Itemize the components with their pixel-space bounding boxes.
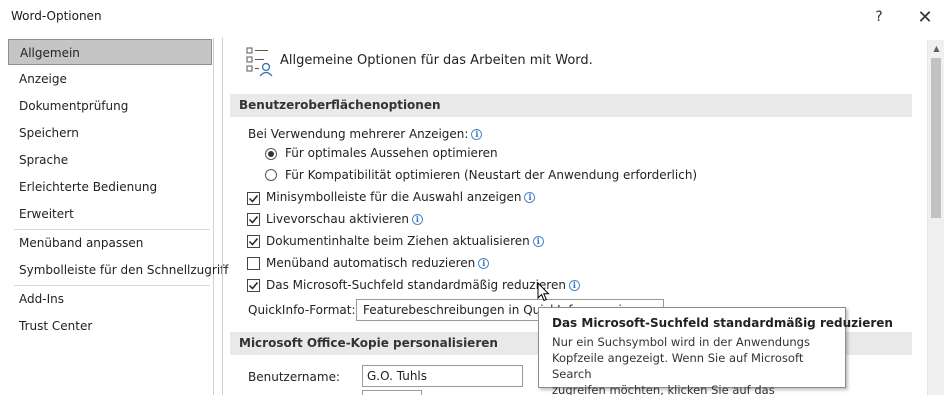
checkbox-live-preview[interactable] bbox=[247, 213, 260, 226]
quickinfo-label: QuickInfo-Format: bbox=[248, 303, 356, 317]
nav-item-schnellzugriff[interactable]: Symbolleiste für den Schnellzugriff bbox=[8, 257, 228, 283]
username-label: Benutzername: bbox=[248, 370, 341, 384]
info-icon: i bbox=[524, 192, 536, 203]
section-ui-options: Benutzeroberflächenoptionen bbox=[230, 94, 912, 117]
nav-item-anzeige[interactable]: Anzeige bbox=[8, 66, 212, 92]
checkbox-collapse-ribbon[interactable] bbox=[247, 257, 260, 270]
username-input[interactable]: G.O. Tuhls bbox=[362, 365, 523, 387]
radio-optimal-label[interactable]: Für optimales Aussehen optimieren bbox=[285, 146, 498, 160]
radio-compatibility[interactable] bbox=[265, 169, 277, 181]
nav-item-speichern[interactable]: Speichern bbox=[8, 120, 212, 146]
nav-item-menueband-anpassen[interactable]: Menüband anpassen bbox=[8, 230, 212, 256]
window-title: Word-Optionen bbox=[11, 9, 102, 23]
info-icon: i bbox=[568, 280, 580, 291]
info-icon: i bbox=[532, 236, 544, 247]
collapse-ribbon-label[interactable]: Menüband automatisch reduzieren i bbox=[266, 256, 490, 270]
title-bar: Word-Optionen ? ✕ bbox=[0, 0, 950, 33]
options-nav: Allgemein Anzeige Dokumentprüfung Speich… bbox=[8, 38, 228, 395]
tooltip: Das Microsoft-Suchfeld standardmäßig red… bbox=[538, 307, 893, 395]
nav-item-sprache[interactable]: Sprache bbox=[8, 147, 212, 173]
word-options-dialog: Word-Optionen ? ✕ Allgemein Anzeige Doku… bbox=[0, 0, 950, 395]
nav-item-trust-center[interactable]: Trust Center bbox=[8, 313, 212, 339]
info-icon: i bbox=[478, 258, 490, 269]
multi-display-label: Bei Verwendung mehrerer Anzeigen: i bbox=[248, 127, 483, 141]
nav-item-erweitert[interactable]: Erweitert bbox=[8, 201, 212, 227]
checkbox-collapse-search[interactable] bbox=[247, 279, 260, 292]
initials-input[interactable] bbox=[362, 390, 422, 395]
close-button[interactable]: ✕ bbox=[902, 2, 948, 32]
nav-item-add-ins[interactable]: Add-Ins bbox=[8, 286, 212, 312]
update-on-drag-label[interactable]: Dokumentinhalte beim Ziehen aktualisiere… bbox=[266, 234, 544, 248]
close-icon: ✕ bbox=[917, 6, 933, 28]
radio-optimal-appearance[interactable] bbox=[265, 148, 277, 160]
nav-item-erleichterte-bedienung[interactable]: Erleichterte Bedienung bbox=[8, 174, 212, 200]
collapse-search-label[interactable]: Das Microsoft-Suchfeld standardmäßig red… bbox=[266, 278, 580, 292]
info-icon: i bbox=[471, 129, 483, 140]
scroll-thumb[interactable] bbox=[931, 58, 941, 218]
tooltip-title: Das Microsoft-Suchfeld standardmäßig red… bbox=[552, 316, 893, 330]
general-options-icon bbox=[246, 47, 274, 77]
checkbox-update-on-drag[interactable] bbox=[247, 235, 260, 248]
live-preview-label[interactable]: Livevorschau aktivieren i bbox=[266, 212, 423, 226]
info-icon: i bbox=[411, 214, 423, 225]
help-icon: ? bbox=[875, 9, 883, 25]
mini-toolbar-label[interactable]: Minisymbolleiste für die Auswahl anzeige… bbox=[266, 190, 536, 204]
scroll-up-icon[interactable]: ▲ bbox=[928, 40, 945, 57]
help-button[interactable]: ? bbox=[856, 2, 902, 32]
nav-item-allgemein[interactable]: Allgemein bbox=[8, 39, 212, 65]
page-heading: Allgemeine Optionen für das Arbeiten mit… bbox=[280, 53, 593, 68]
radio-compat-label[interactable]: Für Kompatibilität optimieren (Neustart … bbox=[285, 168, 697, 182]
content-scrollbar[interactable]: ▲ bbox=[927, 40, 944, 395]
nav-item-dokumentpruefung[interactable]: Dokumentprüfung bbox=[8, 93, 212, 119]
mouse-cursor-icon bbox=[537, 281, 551, 304]
tooltip-body: Nur ein Suchsymbol wird in der Anwendung… bbox=[552, 335, 810, 395]
checkbox-mini-toolbar[interactable] bbox=[247, 192, 260, 205]
